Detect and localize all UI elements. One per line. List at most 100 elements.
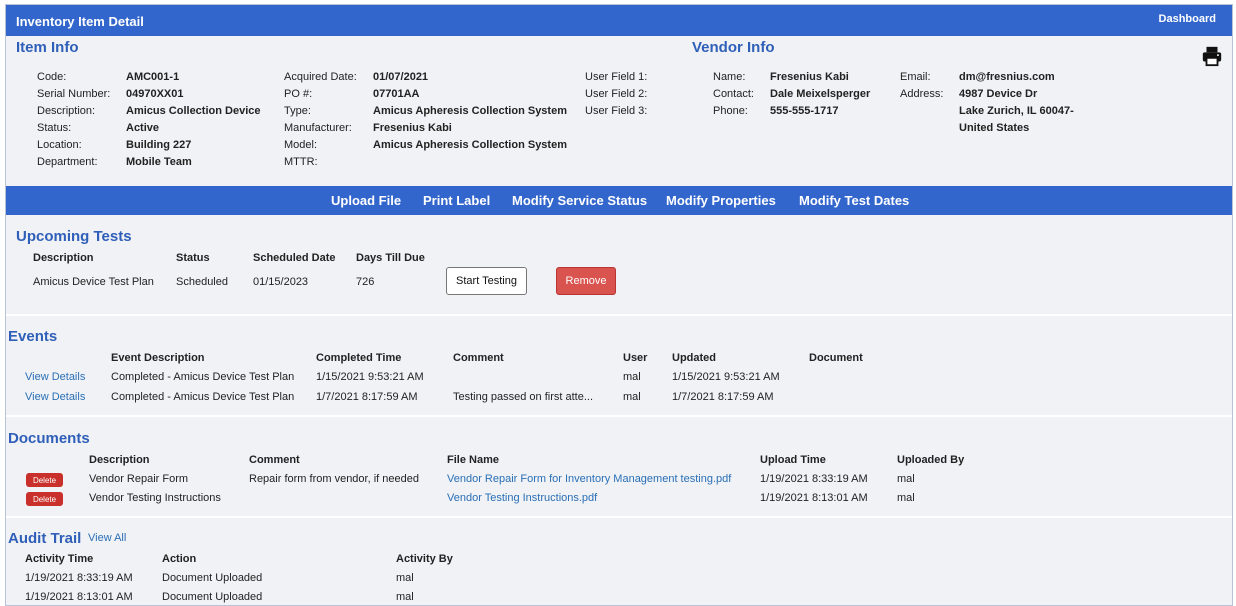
vendor-email-value: dm@fresnius.com bbox=[959, 71, 1055, 83]
events-header-comment: Comment bbox=[453, 352, 504, 364]
vendor-email-label: Email: bbox=[900, 71, 931, 83]
delete-document-button[interactable]: Delete bbox=[26, 473, 63, 487]
mttr-label: MTTR: bbox=[284, 156, 318, 168]
document-upload-time: 1/19/2021 8:33:19 AM bbox=[760, 473, 868, 485]
start-testing-button[interactable]: Start Testing bbox=[446, 267, 527, 295]
department-label: Department: bbox=[37, 156, 98, 168]
action-bar: Upload File Print Label Modify Service S… bbox=[6, 186, 1232, 215]
delete-document-button[interactable]: Delete bbox=[26, 492, 63, 506]
document-file-link[interactable]: Vendor Testing Instructions.pdf bbox=[447, 492, 597, 504]
title-bar: Inventory Item Detail Dashboard bbox=[6, 5, 1232, 36]
audit-activity-time: 1/19/2021 8:13:01 AM bbox=[25, 591, 133, 603]
section-divider bbox=[6, 516, 1232, 518]
status-value: Active bbox=[126, 122, 160, 134]
printer-icon[interactable] bbox=[1201, 45, 1223, 67]
serial-label: Serial Number: bbox=[37, 88, 111, 100]
document-description: Vendor Testing Instructions bbox=[89, 492, 221, 504]
description-value: Amicus Collection Device bbox=[126, 105, 261, 117]
acquired-date-label: Acquired Date: bbox=[284, 71, 357, 83]
vendor-name-value: Fresenius Kabi bbox=[770, 71, 849, 83]
print-label-button[interactable]: Print Label bbox=[423, 193, 490, 208]
upcoming-header-status: Status bbox=[176, 252, 210, 264]
user-field-2-label: User Field 2: bbox=[585, 88, 648, 100]
code-value: AMC001-1 bbox=[126, 71, 180, 83]
upcoming-test-description: Amicus Device Test Plan bbox=[33, 276, 154, 288]
event-comment: Testing passed on first atte... bbox=[453, 391, 594, 403]
user-field-1-label: User Field 1: bbox=[585, 71, 648, 83]
audit-header-activity-by: Activity By bbox=[396, 553, 453, 565]
event-updated: 1/15/2021 9:53:21 AM bbox=[672, 371, 780, 383]
modify-test-dates-button[interactable]: Modify Test Dates bbox=[799, 193, 909, 208]
event-description: Completed - Amicus Device Test Plan bbox=[111, 371, 295, 383]
dashboard-link[interactable]: Dashboard bbox=[1159, 13, 1216, 25]
model-value: Amicus Apheresis Collection System bbox=[373, 139, 567, 151]
code-label: Code: bbox=[37, 71, 67, 83]
documents-header-comment: Comment bbox=[249, 454, 300, 466]
item-info-heading: Item Info bbox=[16, 39, 79, 56]
upcoming-header-days-till-due: Days Till Due bbox=[356, 252, 425, 264]
documents-header-upload-time: Upload Time bbox=[760, 454, 826, 466]
events-heading: Events bbox=[8, 328, 58, 345]
document-upload-time: 1/19/2021 8:13:01 AM bbox=[760, 492, 868, 504]
vendor-contact-value: Dale Meixelsperger bbox=[770, 88, 871, 100]
audit-trail-heading: Audit Trail bbox=[8, 530, 82, 547]
vendor-info-heading: Vendor Info bbox=[692, 39, 775, 56]
event-user: mal bbox=[623, 371, 641, 383]
section-divider bbox=[6, 415, 1232, 417]
document-comment: Repair form from vendor, if needed bbox=[249, 473, 419, 485]
event-updated: 1/7/2021 8:17:59 AM bbox=[672, 391, 774, 403]
type-label: Type: bbox=[284, 105, 311, 117]
event-completed-time: 1/15/2021 9:53:21 AM bbox=[316, 371, 424, 383]
location-label: Location: bbox=[37, 139, 82, 151]
events-header-document: Document bbox=[809, 352, 863, 364]
audit-activity-time: 1/19/2021 8:33:19 AM bbox=[25, 572, 133, 584]
modify-service-status-button[interactable]: Modify Service Status bbox=[512, 193, 647, 208]
event-user: mal bbox=[623, 391, 641, 403]
upcoming-test-scheduled-date: 01/15/2023 bbox=[253, 276, 309, 288]
audit-activity-by: mal bbox=[396, 591, 414, 603]
view-details-link[interactable]: View Details bbox=[25, 391, 85, 403]
audit-action: Document Uploaded bbox=[162, 572, 263, 584]
events-header-event-description: Event Description bbox=[111, 352, 205, 364]
vendor-address-label: Address: bbox=[900, 88, 944, 100]
documents-header-file-name: File Name bbox=[447, 454, 499, 466]
event-completed-time: 1/7/2021 8:17:59 AM bbox=[316, 391, 418, 403]
document-file-link[interactable]: Vendor Repair Form for Inventory Managem… bbox=[447, 473, 731, 485]
acquired-date-value: 01/07/2021 bbox=[373, 71, 429, 83]
department-value: Mobile Team bbox=[126, 156, 192, 168]
events-header-completed-time: Completed Time bbox=[316, 352, 402, 364]
type-value: Amicus Apheresis Collection System bbox=[373, 105, 567, 117]
vendor-name-label: Name: bbox=[713, 71, 746, 83]
document-description: Vendor Repair Form bbox=[89, 473, 189, 485]
remove-test-button[interactable]: Remove bbox=[556, 267, 616, 295]
vendor-contact-label: Contact: bbox=[713, 88, 754, 100]
user-field-3-label: User Field 3: bbox=[585, 105, 648, 117]
documents-heading: Documents bbox=[8, 430, 90, 447]
document-uploaded-by: mal bbox=[897, 473, 915, 485]
view-details-link[interactable]: View Details bbox=[25, 371, 85, 383]
event-description: Completed - Amicus Device Test Plan bbox=[111, 391, 295, 403]
document-uploaded-by: mal bbox=[897, 492, 915, 504]
upcoming-test-days-till-due: 726 bbox=[356, 276, 375, 288]
modify-properties-button[interactable]: Modify Properties bbox=[666, 193, 776, 208]
description-label: Description: bbox=[37, 105, 96, 117]
inventory-detail-window: Inventory Item Detail Dashboard Item Inf… bbox=[5, 4, 1233, 606]
manufacturer-label: Manufacturer: bbox=[284, 122, 352, 134]
vendor-phone-label: Phone: bbox=[713, 105, 748, 117]
po-label: PO #: bbox=[284, 88, 313, 100]
audit-header-activity-time: Activity Time bbox=[25, 553, 94, 565]
location-value: Building 227 bbox=[126, 139, 192, 151]
audit-action: Document Uploaded bbox=[162, 591, 263, 603]
vendor-address-line-2: Lake Zurich, IL 60047- bbox=[959, 105, 1074, 117]
upcoming-tests-heading: Upcoming Tests bbox=[16, 228, 132, 245]
vendor-address-line-3: United States bbox=[959, 122, 1030, 134]
upload-file-button[interactable]: Upload File bbox=[331, 193, 401, 208]
upcoming-header-scheduled-date: Scheduled Date bbox=[253, 252, 336, 264]
po-value: 07701AA bbox=[373, 88, 420, 100]
audit-activity-by: mal bbox=[396, 572, 414, 584]
upcoming-test-status: Scheduled bbox=[176, 276, 228, 288]
view-all-link[interactable]: View All bbox=[88, 532, 126, 544]
audit-header-action: Action bbox=[162, 553, 197, 565]
serial-value: 04970XX01 bbox=[126, 88, 184, 100]
documents-header-uploaded-by: Uploaded By bbox=[897, 454, 965, 466]
